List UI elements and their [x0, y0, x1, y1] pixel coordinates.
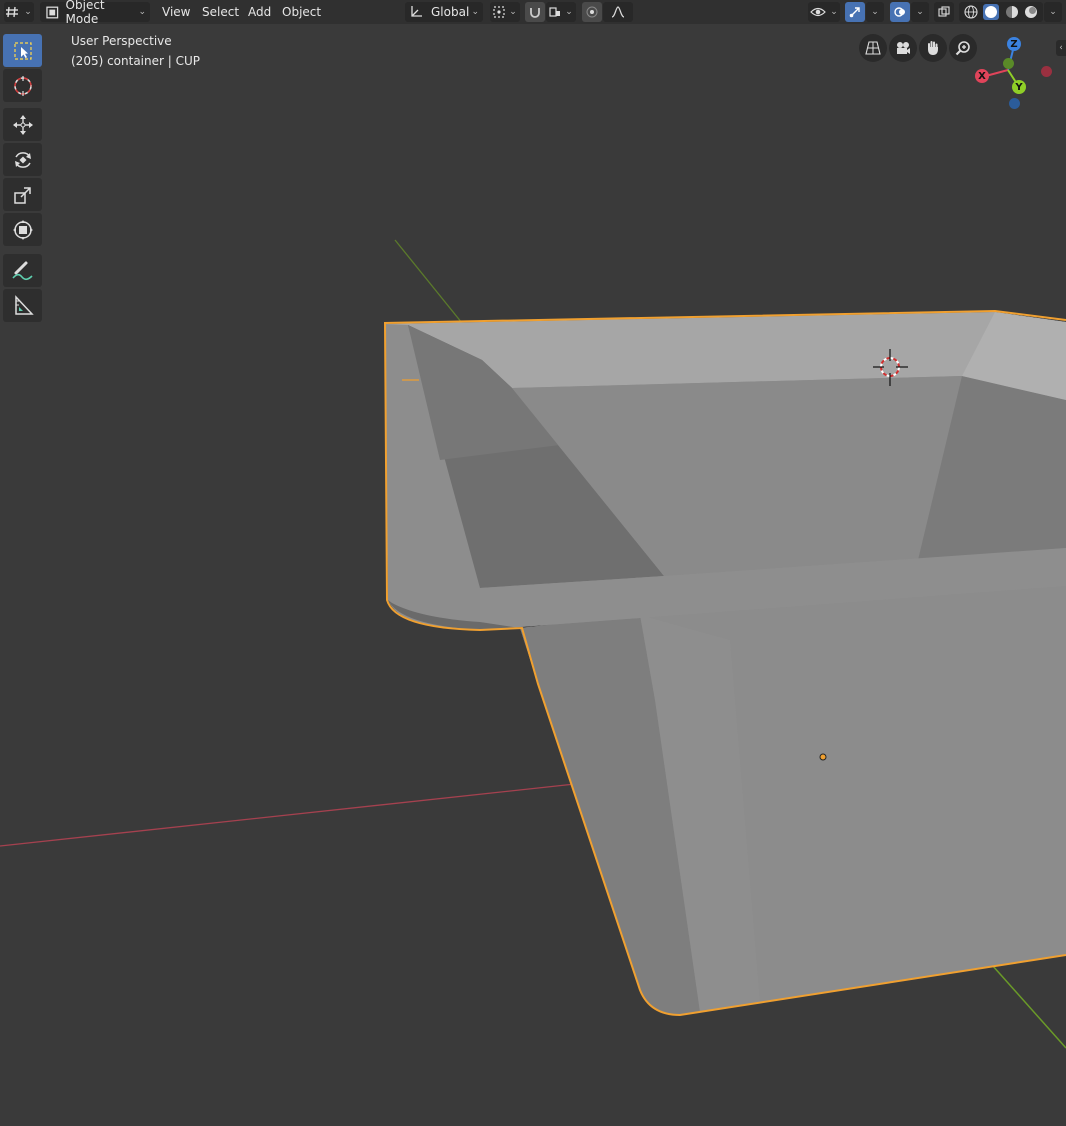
gizmo-toggle[interactable]	[845, 2, 865, 22]
chevron-down-icon: ⌄	[565, 7, 573, 17]
transform-orientation-label: Global	[431, 5, 470, 19]
transform-orientation-selector[interactable]: Global ⌄	[405, 2, 483, 22]
y-axis-line	[394, 239, 463, 324]
shading-material-icon[interactable]	[1005, 5, 1019, 19]
editor-type-icon	[6, 6, 19, 18]
object-origin	[819, 753, 827, 761]
shading-options-button[interactable]: ⌄	[1044, 2, 1062, 22]
transform-orientation-icon	[411, 6, 422, 17]
tool-select-box[interactable]	[3, 34, 42, 67]
eye-visibility-icon	[810, 7, 827, 17]
gizmo-toggle-icon	[849, 7, 860, 18]
xray-toggle[interactable]	[934, 2, 954, 22]
shading-wireframe-icon[interactable]	[964, 5, 978, 19]
gizmo-y-axis[interactable]: Y	[1012, 80, 1026, 94]
shading-rendered-icon[interactable]	[1024, 5, 1038, 19]
chevron-down-icon: ⌄	[871, 7, 879, 17]
x-axis-line	[0, 783, 576, 847]
menu-select[interactable]: Select	[196, 2, 245, 22]
menu-view[interactable]: View	[156, 2, 196, 22]
editor-type-button[interactable]: ⌄	[4, 2, 34, 22]
tool-rotate[interactable]	[3, 143, 42, 176]
gizmo-neg-x-axis[interactable]	[1041, 66, 1052, 77]
gizmo-x-axis[interactable]: X	[975, 69, 989, 83]
annotate-icon	[11, 261, 33, 280]
y-axis-line-lower	[991, 964, 1066, 1049]
mode-selector[interactable]: Object Mode ⌄	[40, 0, 150, 26]
object-info-label: (205) container | CUP	[71, 54, 201, 68]
camera-view-button[interactable]	[889, 34, 917, 62]
falloff-button[interactable]	[603, 2, 633, 22]
sidebar-toggle[interactable]: ‹	[1056, 40, 1066, 56]
3d-viewport[interactable]: User Perspective (205) container | CUP Z…	[0, 24, 1066, 1126]
camera-icon	[897, 42, 910, 54]
overlay-toggle[interactable]	[890, 2, 910, 22]
overlay-options-button[interactable]: ⌄	[911, 2, 929, 22]
chevron-down-icon: ⌄	[471, 7, 479, 17]
tool-move[interactable]	[3, 108, 42, 141]
shading-solid-icon[interactable]	[983, 4, 1000, 20]
gizmo-options-button[interactable]: ⌄	[866, 2, 884, 22]
move-icon	[12, 114, 33, 135]
gizmo-z-axis[interactable]: Z	[1007, 37, 1021, 51]
pan-view-button[interactable]	[919, 34, 947, 62]
snap-target-button[interactable]: ⌄	[546, 2, 576, 22]
select-box-icon	[13, 41, 32, 60]
snap-target-icon	[549, 7, 561, 17]
falloff-curve-icon	[611, 6, 625, 18]
pivot-point-icon	[493, 6, 505, 18]
transform-icon	[12, 219, 33, 240]
xray-icon	[938, 6, 950, 17]
chevron-down-icon: ⌄	[24, 7, 32, 17]
proportional-editing-toggle[interactable]	[582, 2, 602, 22]
chevron-down-icon: ⌄	[138, 7, 146, 17]
navigation-gizmo[interactable]: Z X Y	[970, 32, 1060, 122]
cup-mesh	[383, 309, 1066, 1017]
toggle-camera-view-button[interactable]	[859, 34, 887, 62]
mode-label: Object Mode	[65, 0, 105, 26]
tool-cursor[interactable]	[3, 69, 42, 102]
chevron-left-icon: ‹	[1059, 43, 1063, 53]
gizmo-neg-y-axis[interactable]	[1003, 58, 1014, 69]
proportional-editing-icon	[586, 6, 598, 18]
tool-transform[interactable]	[3, 213, 42, 246]
measure-icon	[14, 294, 34, 315]
chevron-down-icon: ⌄	[1049, 7, 1057, 17]
snap-magnet-icon	[530, 8, 540, 18]
gizmo-neg-z-axis[interactable]	[1009, 98, 1020, 109]
tool-measure[interactable]	[3, 289, 42, 322]
visibility-button[interactable]: ⌄	[808, 2, 840, 22]
object-mode-icon	[46, 6, 59, 18]
viewport-header: ⌄ Object Mode ⌄ View Select Add Object G…	[0, 0, 1066, 26]
menu-object[interactable]: Object	[276, 2, 327, 22]
overlay-toggle-icon	[894, 7, 905, 17]
tool-annotate[interactable]	[3, 254, 42, 287]
tool-scale[interactable]	[3, 178, 42, 211]
chevron-down-icon: ⌄	[509, 7, 517, 17]
pivot-point-button[interactable]: ⌄	[490, 2, 520, 22]
hand-pan-icon	[928, 41, 938, 55]
chevron-down-icon: ⌄	[830, 7, 838, 17]
cursor-icon	[13, 75, 32, 96]
snap-toggle[interactable]	[525, 2, 545, 22]
shading-mode-group	[959, 2, 1043, 22]
perspective-label: User Perspective	[71, 34, 172, 48]
zoom-icon	[955, 41, 970, 56]
chevron-down-icon: ⌄	[916, 7, 924, 17]
scale-icon	[13, 186, 31, 204]
menu-add[interactable]: Add	[242, 2, 277, 22]
toggle-camera-view-icon	[865, 41, 881, 55]
scene-canvas	[0, 239, 1066, 1049]
rotate-icon	[14, 151, 31, 168]
